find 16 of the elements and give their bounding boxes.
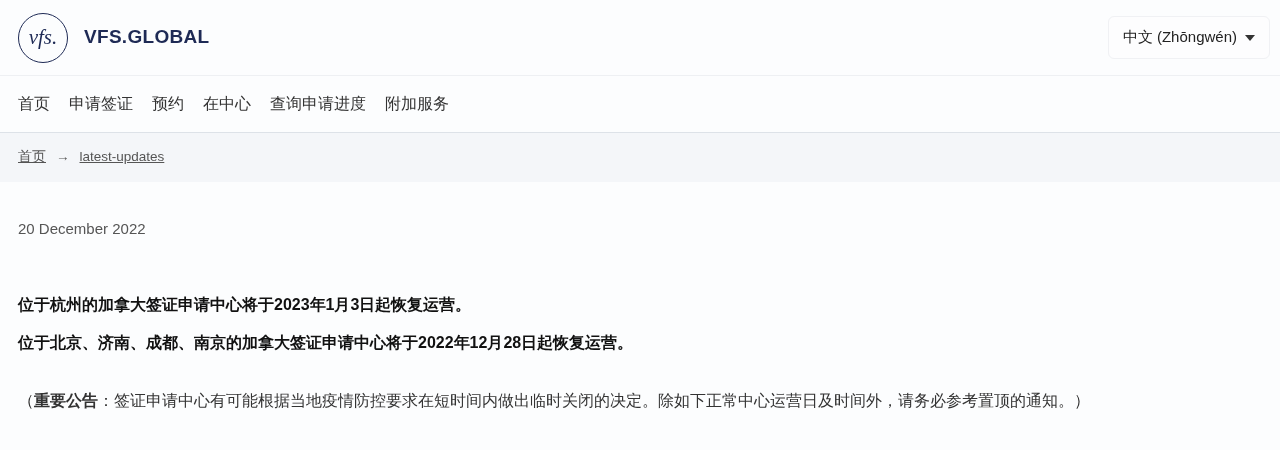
language-dropdown[interactable]: 中文 (Zhōngwén) <box>1107 16 1270 59</box>
breadcrumb-link[interactable]: 首页 <box>18 147 46 168</box>
date-text: 20 December 2022 <box>18 219 147 239</box>
nav-link[interactable]: 申请签证 <box>69 92 133 116</box>
nav-link[interactable]: 附加服务 <box>385 92 449 116</box>
nav-link[interactable]: 预约 <box>152 92 184 116</box>
notice-paragraph: （重要公告：签证申请中心有可能根据当地疫情防控要求在短时间内做出临时关闭的决定。除如下正常中心运营日及时间外，请务必参考置顶的通知。） <box>18 390 1091 411</box>
caret-icon <box>1245 35 1255 42</box>
breadcrumb-link[interactable]: latest-updates <box>79 147 165 168</box>
headline: 位于北京、济南、成都、南京的加拿大签证申请中心将于2022年12月28日起恢复运营。 <box>18 332 635 353</box>
nav-link[interactable]: 首页 <box>18 92 50 116</box>
headline: 位于杭州的加拿大签证申请中心将于2023年1月3日起恢复运营。 <box>18 294 473 315</box>
brand-name: VFS.GLOBAL <box>84 25 210 50</box>
breadcrumb-separator: → <box>56 148 70 167</box>
nav-link[interactable]: 查询申请进度 <box>270 92 366 116</box>
nav-link[interactable]: 在中心 <box>203 92 251 116</box>
